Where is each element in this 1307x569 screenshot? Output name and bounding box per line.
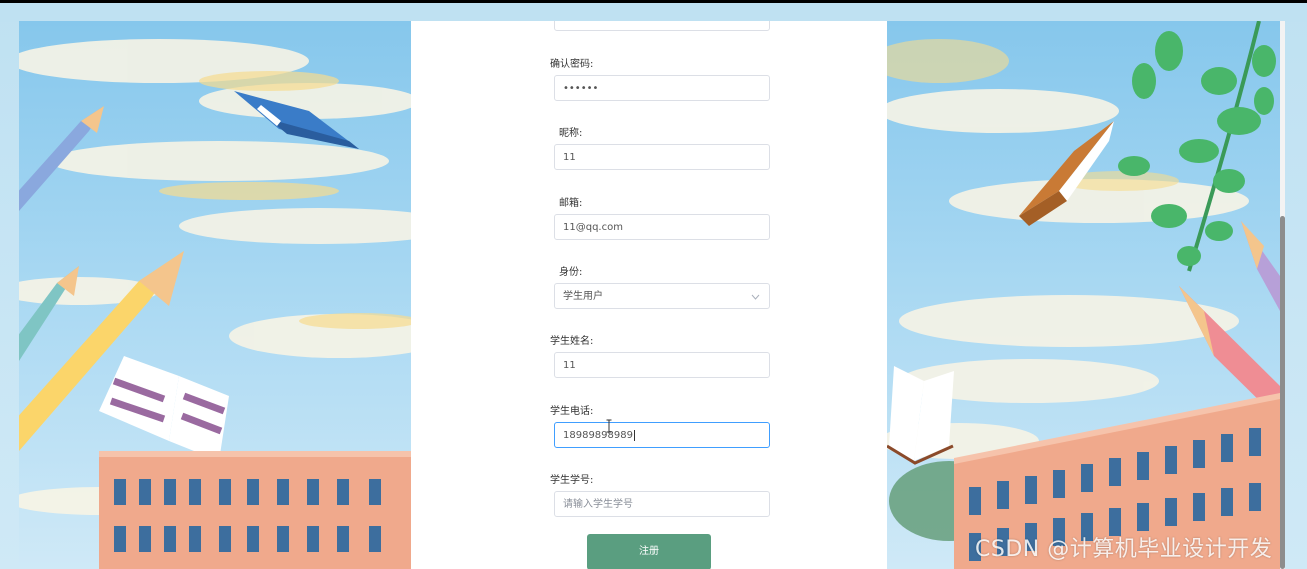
open-book-right — [886, 366, 954, 465]
student-name-value: 11 — [563, 360, 576, 371]
email-value: 11@qq.com — [563, 222, 623, 233]
nickname-input[interactable]: 11 — [554, 144, 770, 170]
text-caret — [634, 429, 635, 441]
student-phone-label: 学生电话: — [550, 406, 594, 417]
student-name-input[interactable]: 11 — [554, 352, 770, 378]
open-book-left — [99, 356, 229, 461]
password-input-partial[interactable] — [554, 21, 770, 31]
confirm-password-value: •••••• — [563, 83, 599, 94]
student-id-input[interactable]: 请输入学生学号 — [554, 491, 770, 517]
building-left — [99, 451, 414, 569]
register-button[interactable]: 注册 — [587, 534, 711, 569]
csdn-watermark: CSDN @计算机毕业设计开发 — [975, 537, 1273, 562]
page-scrollbar-thumb[interactable] — [1280, 216, 1285, 569]
student-phone-input[interactable]: 18989898989 — [554, 422, 770, 448]
email-label: 邮箱: — [559, 198, 583, 209]
student-name-label: 学生姓名: — [550, 336, 594, 347]
nickname-label: 昵称: — [559, 128, 583, 139]
chevron-down-icon[interactable] — [751, 284, 760, 321]
nickname-value: 11 — [563, 152, 576, 163]
pencil-right-purple — [1241, 221, 1280, 311]
register-form-panel: 确认密码: •••••• 昵称: 11 邮箱: 11@qq.com 身份: 学生… — [411, 21, 887, 569]
clouds-left — [19, 39, 459, 515]
top-strip — [0, 3, 1307, 22]
identity-label: 身份: — [559, 267, 583, 278]
email-input[interactable]: 11@qq.com — [554, 214, 770, 240]
confirm-password-input[interactable]: •••••• — [554, 75, 770, 101]
identity-selected-value: 学生用户 — [563, 291, 603, 302]
text-cursor-icon — [606, 419, 612, 433]
student-id-label: 学生学号: — [550, 475, 594, 486]
student-id-placeholder: 请输入学生学号 — [563, 499, 633, 510]
student-phone-value: 18989898989 — [563, 430, 633, 441]
identity-select[interactable]: 学生用户 — [554, 283, 770, 309]
confirm-password-label: 确认密码: — [550, 59, 594, 70]
